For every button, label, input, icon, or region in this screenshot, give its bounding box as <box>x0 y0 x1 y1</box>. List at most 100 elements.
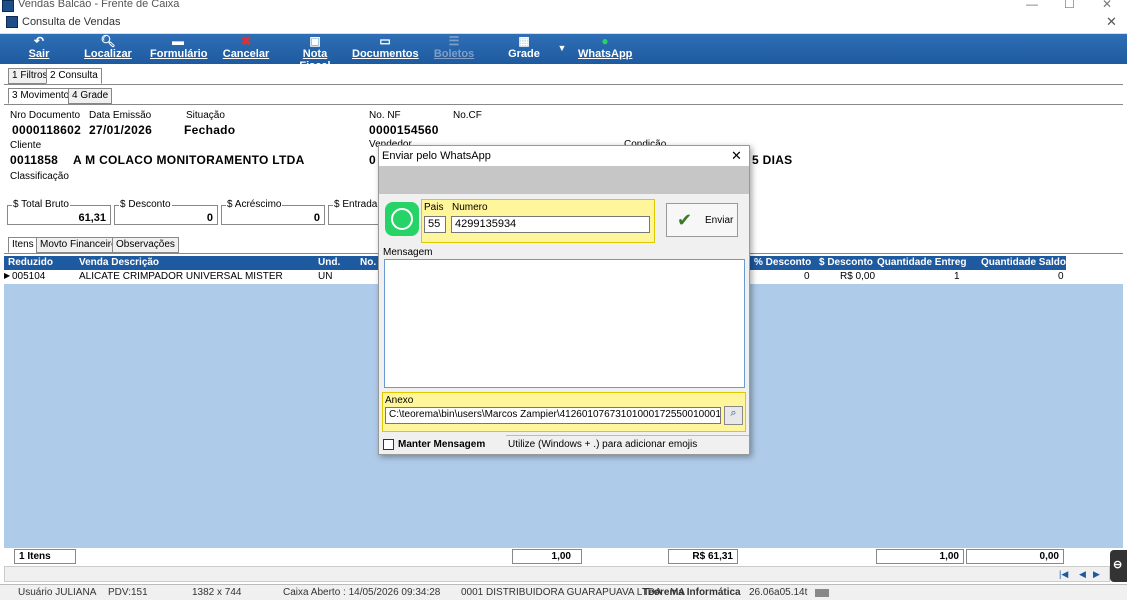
barcode-icon: ☰ <box>448 34 460 48</box>
mensagem-label: Mensagem <box>383 247 433 258</box>
anexo-search-icon[interactable]: ⌕ <box>724 406 743 425</box>
tab-observacoes[interactable]: Observações <box>112 237 179 253</box>
outer-close-icon[interactable]: ✕ <box>1102 0 1112 11</box>
pais-label: Pais <box>424 202 444 213</box>
maximize-icon[interactable]: ☐ <box>1064 0 1075 11</box>
formulario-button[interactable]: ▬ Formulário <box>150 34 207 64</box>
tab-movimento[interactable]: 3 Movimento <box>8 88 74 104</box>
tab-grade[interactable]: 4 Grade <box>68 88 113 104</box>
cell-qtd-entreg: 1 <box>954 271 960 282</box>
dialog-close-icon[interactable]: ✕ <box>731 148 742 164</box>
enviar-button[interactable]: ✔ Enviar <box>666 203 738 237</box>
invoice-icon: ▣ <box>309 34 321 48</box>
side-handle-icon: ⊖ <box>1113 559 1123 571</box>
total-bruto-label: $ Total Bruto <box>12 199 70 210</box>
app-icon <box>2 0 14 12</box>
entrada-label: $ Entrada <box>333 199 379 210</box>
status-pdv: PDV:151 <box>108 587 148 598</box>
col-und[interactable]: Und. <box>318 257 340 268</box>
cliente-label: Cliente <box>10 140 42 151</box>
close-icon[interactable]: ✕ <box>1106 14 1117 30</box>
desconto-label: $ Desconto <box>119 199 172 210</box>
outer-window-title: Vendas Balcão - Frente de Caixa <box>18 0 180 10</box>
situacao-value: Fechado <box>184 123 236 137</box>
status-bar: Usuário JULIANA PDV:151 1382 x 744 Caixa… <box>0 584 1127 600</box>
col-pct-desconto[interactable]: % Desconto <box>754 257 811 268</box>
footer-total-rs: R$ 61,31 <box>668 549 738 564</box>
status-teorema: Teorema Informática <box>643 587 741 598</box>
documentos-button[interactable]: ▭ Documentos <box>352 34 419 64</box>
tab-divider <box>4 84 1123 85</box>
dialog-titlebar: Enviar pelo WhatsApp ✕ <box>379 146 749 166</box>
status-resolution: 1382 x 744 <box>192 587 242 598</box>
whatsapp-button[interactable]: ● WhatsApp <box>578 34 632 64</box>
vendedor-code: 0 <box>369 153 376 167</box>
window-title: Consulta de Vendas <box>22 16 121 28</box>
col-qtd-saldo[interactable]: Quantidade Saldo <box>981 257 1066 268</box>
sair-button[interactable]: ↶ Sair <box>24 34 54 64</box>
situacao-label: Situação <box>186 110 225 121</box>
footer-total-1: 1,00 <box>512 549 582 564</box>
dialog-header-band <box>379 166 749 194</box>
no-nf-value: 0000154560 <box>369 123 439 137</box>
col-no[interactable]: No. <box>360 257 376 268</box>
hint-divider <box>506 435 749 436</box>
cell-val-desconto: R$ 0,00 <box>840 271 876 282</box>
status-caixa: Caixa Aberto : 14/05/2026 09:34:28 <box>283 587 441 598</box>
nav-next-icon[interactable]: ▶ <box>1093 569 1100 580</box>
numero-input[interactable]: 4299135934 <box>451 216 650 233</box>
col-venda-descricao[interactable]: Venda Descrição <box>79 257 159 268</box>
col-val-desconto[interactable]: $ Desconto <box>819 257 873 268</box>
nav-first-icon[interactable]: |◀ <box>1059 569 1068 580</box>
footer-total-2: 1,00 <box>876 549 964 564</box>
keyboard-icon <box>815 589 829 597</box>
grade-button[interactable]: ▦ Grade <box>508 34 540 64</box>
col-reduzido[interactable]: Reduzido <box>8 257 53 268</box>
inner-titlebar: Consulta de Vendas ✕ <box>0 12 1127 34</box>
condicao-value: 5 DIAS <box>752 153 793 167</box>
cell-descricao: ALICATE CRIMPADOR UNIVERSAL MISTER <box>79 271 283 282</box>
tab-itens[interactable]: Itens <box>8 237 38 253</box>
toolbar: ↶ Sair 🔍︎ Localizar ▬ Formulário ✖ Cancelar … <box>0 34 1127 72</box>
boletos-button[interactable]: ☰ Boletos <box>432 34 476 64</box>
pais-input[interactable]: 55 <box>424 216 446 233</box>
localizar-button[interactable]: 🔍︎ Localizar <box>84 34 132 64</box>
data-emissao-label: Data Emissão <box>89 110 152 121</box>
acrescimo-label: $ Acréscimo <box>226 199 283 210</box>
anexo-highlight: Anexo C:\teorema\bin\users\Marcos Zampie… <box>382 392 746 432</box>
dialog-title: Enviar pelo WhatsApp <box>382 150 491 162</box>
status-versao: 26.06a05.14t <box>749 587 808 598</box>
documents-icon: ▭ <box>379 34 391 48</box>
total-bruto-value: 61,31 <box>78 212 106 224</box>
anexo-label: Anexo <box>385 395 414 406</box>
mensagem-textarea[interactable] <box>384 259 745 388</box>
printer-icon: ▬ <box>172 34 184 48</box>
acrescimo-box: $ Acréscimo 0 <box>221 199 325 225</box>
cell-und: UN <box>318 271 333 282</box>
col-qtd-entreg[interactable]: Quantidade Entreg <box>877 257 966 268</box>
grade-dropdown-button[interactable]: ▼ <box>556 34 568 64</box>
cell-reduzido: 005104 <box>12 271 46 282</box>
search-icon: 🔍︎ <box>100 34 116 48</box>
nota-fiscal-button[interactable]: ▣ Nota Fiscal <box>286 34 344 72</box>
side-handle[interactable]: ⊖ <box>1110 550 1127 582</box>
whatsapp-logo-icon <box>385 202 419 236</box>
cell-pct-desconto: 0 <box>804 271 810 282</box>
data-emissao-value: 27/01/2026 <box>89 123 153 137</box>
minimize-icon[interactable]: — <box>1026 0 1038 11</box>
window-icon <box>6 16 18 28</box>
grid-navigator: |◀ ◀ ▶ <box>4 566 1110 582</box>
tab-consulta[interactable]: 2 Consulta <box>46 68 102 84</box>
emoji-hint: Utilize (Windows + .) para adicionar emo… <box>508 439 698 450</box>
classificacao-label: Classificação <box>10 171 69 182</box>
checkmark-icon: ✔ <box>677 210 693 230</box>
manter-mensagem-checkbox[interactable] <box>383 439 394 450</box>
total-bruto-box: $ Total Bruto 61,31 <box>7 199 111 225</box>
manter-mensagem-label: Manter Mensagem <box>398 439 486 450</box>
chevron-down-icon: ▼ <box>557 43 567 53</box>
nav-prev-icon[interactable]: ◀ <box>1079 569 1086 580</box>
nro-documento-label: Nro Documento <box>10 110 81 121</box>
cancelar-button[interactable]: ✖ Cancelar <box>222 34 270 64</box>
tab-movto-financeiro[interactable]: Movto Financeiro <box>36 237 121 253</box>
anexo-input[interactable]: C:\teorema\bin\users\Marcos Zampier\4126… <box>385 407 721 424</box>
